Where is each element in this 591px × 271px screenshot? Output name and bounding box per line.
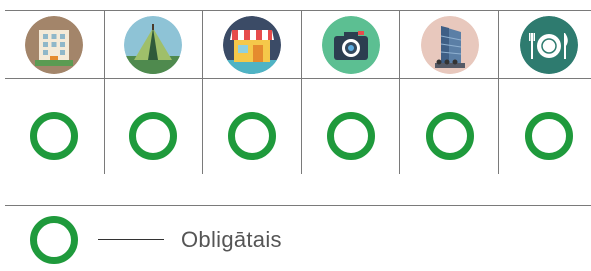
mandatory-mark [327,112,375,160]
table-top-border [5,10,591,11]
column-divider [202,10,203,174]
apartment-building-icon [25,16,83,74]
shop-store-icon [223,16,281,74]
mandatory-mark [228,112,276,160]
mandatory-mark [30,112,78,160]
column-divider [301,10,302,174]
column-divider [104,10,105,174]
legend-mandatory-mark [30,216,78,264]
tent-icon [124,16,182,74]
office-tower-icon [421,16,479,74]
table-header-border [5,78,591,79]
legend-dash [98,239,164,240]
mandatory-mark [426,112,474,160]
legend-label: Obligātais [181,227,282,252]
mandatory-mark [129,112,177,160]
legend-divider [5,205,591,206]
restaurant-plate-icon [520,16,578,74]
column-divider [399,10,400,174]
mandatory-mark [525,112,573,160]
camera-icon [322,16,380,74]
column-divider [498,10,499,174]
icon-table [5,10,591,174]
